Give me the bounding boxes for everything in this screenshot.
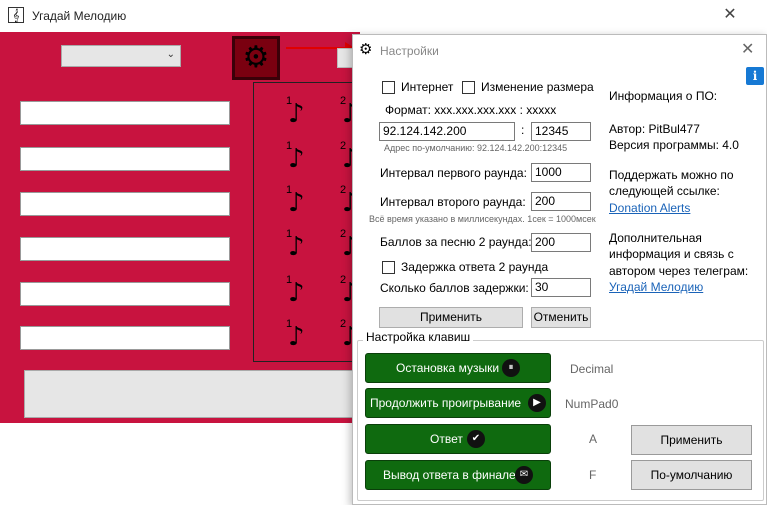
song-note[interactable]: 1 ♪ bbox=[286, 318, 316, 354]
author-text: Автор: PitBul477 bbox=[609, 122, 700, 136]
delay-checkbox[interactable] bbox=[382, 261, 395, 274]
app-logo-icon: 𝄞 bbox=[8, 7, 24, 23]
music-note-icon: ♪ bbox=[288, 188, 305, 218]
close-icon[interactable]: ✕ bbox=[741, 41, 754, 59]
song-note[interactable]: 1 ♪ bbox=[286, 274, 316, 310]
delay-points-input[interactable]: 30 bbox=[531, 278, 591, 297]
extra-info-text: Дополнительная bbox=[609, 231, 702, 245]
default-address-hint: Адрес по-умолчанию: 92.124.142.200:12345 bbox=[384, 143, 568, 153]
music-note-icon: ♪ bbox=[288, 322, 305, 352]
hotkeys-legend: Настройка клавиш bbox=[363, 330, 474, 344]
player-name-field[interactable] bbox=[20, 282, 230, 306]
song-note[interactable]: 1 ♪ bbox=[286, 95, 316, 131]
version-text: Версия программы: 4.0 bbox=[609, 138, 739, 152]
player-name-field[interactable] bbox=[20, 192, 230, 216]
stop-music-hotkey-button[interactable]: Остановка музыки ⏸ bbox=[365, 353, 551, 383]
port-input[interactable]: 12345 bbox=[531, 122, 591, 141]
cancel-button[interactable]: Отменить bbox=[531, 307, 591, 328]
playlist-combobox[interactable]: ⌄ bbox=[61, 45, 181, 67]
music-note-icon: ♪ bbox=[288, 278, 305, 308]
extra-info-text: автором через телеграм: bbox=[609, 264, 749, 278]
extra-info-text: информация и связь с bbox=[609, 247, 734, 261]
gear-icon: ⚙ bbox=[242, 40, 270, 75]
round1-interval-input[interactable]: 1000 bbox=[531, 163, 591, 182]
support-text: Поддержать можно по bbox=[609, 168, 734, 182]
continue-playback-hotkey-button[interactable]: Продолжить проигрывание ▶ bbox=[365, 388, 551, 418]
song-note[interactable]: 1 ♪ bbox=[286, 184, 316, 220]
round1-interval-label: Интервал первого раунда: bbox=[380, 166, 527, 180]
play-icon: ▶ bbox=[528, 394, 546, 412]
info-title: Информация о ПО: bbox=[609, 89, 718, 103]
hotkey-value: F bbox=[589, 468, 597, 482]
dialog-title: Настройки bbox=[380, 44, 439, 58]
song-grid: 1 ♪ 1 ♪ 1 ♪ 1 ♪ 1 ♪ 1 ♪ 2 ♪ 2 ♪ 2 ♪ 2 ♪ … bbox=[253, 82, 360, 362]
window-title: Угадай Мелодию bbox=[32, 9, 127, 23]
song-note[interactable]: 1 ♪ bbox=[286, 228, 316, 264]
time-unit-hint: Всё время указано в миллисекундах. 1сек … bbox=[369, 214, 596, 224]
apply-button[interactable]: Применить bbox=[379, 307, 523, 328]
delay-points-label: Сколько баллов задержки: bbox=[380, 281, 529, 295]
ip-input[interactable]: 92.124.142.200 bbox=[379, 122, 515, 141]
envelope-icon: ✉ bbox=[515, 466, 533, 484]
info-icon[interactable]: i bbox=[746, 67, 764, 85]
hotkey-value: A bbox=[589, 432, 598, 446]
settings-button[interactable]: ⚙ bbox=[232, 36, 280, 80]
round2-interval-input[interactable]: 200 bbox=[531, 192, 591, 211]
chevron-down-icon: ⌄ bbox=[166, 49, 175, 60]
music-note-icon: ♪ bbox=[288, 232, 305, 262]
hotkey-value: NumPad0 bbox=[565, 397, 619, 411]
title-bar: 𝄞 Угадай Мелодию ✕ bbox=[0, 0, 767, 32]
song-note[interactable]: 1 ♪ bbox=[286, 140, 316, 176]
telegram-link[interactable]: Угадай Мелодию bbox=[609, 279, 703, 295]
delay-label: Задержка ответа 2 раунда bbox=[401, 260, 549, 274]
close-icon[interactable]: ✕ bbox=[718, 4, 742, 26]
format-label: Формат: xxx.xxx.xxx.xxx : xxxxx bbox=[385, 103, 557, 117]
default-keys-button[interactable]: По-умолчанию bbox=[631, 460, 752, 490]
checkmark-icon: ✔ bbox=[467, 430, 485, 448]
main-window: 𝄞 Угадай Мелодию ✕ ⌄ ⚙ 1 ♪ 1 ♪ 1 ♪ 1 ♪ 1… bbox=[0, 0, 767, 505]
points-input[interactable]: 200 bbox=[531, 233, 591, 252]
donation-link[interactable]: Donation Alerts bbox=[609, 200, 690, 216]
player-name-field[interactable] bbox=[20, 237, 230, 261]
answer-hotkey-button[interactable]: Ответ ✔ bbox=[365, 424, 551, 454]
music-note-icon: ♪ bbox=[288, 144, 305, 174]
player-name-field[interactable] bbox=[20, 326, 230, 350]
resize-label: Изменение размера bbox=[481, 80, 594, 94]
player-name-field[interactable] bbox=[20, 147, 230, 171]
settings-dialog: ⚙ Настройки ✕ i Интернет Изменение разме… bbox=[352, 34, 767, 505]
colon-separator: : bbox=[521, 123, 525, 137]
hotkey-value: Decimal bbox=[570, 362, 614, 376]
pause-icon: ⏸ bbox=[502, 359, 520, 377]
apply-keys-button[interactable]: Применить bbox=[631, 425, 752, 455]
player-name-field[interactable] bbox=[20, 101, 230, 125]
points-label: Баллов за песню 2 раунда: bbox=[380, 235, 532, 249]
music-note-icon: ♪ bbox=[288, 99, 305, 129]
round2-interval-label: Интервал второго раунда: bbox=[380, 195, 526, 209]
final-answer-hotkey-button[interactable]: Вывод ответа в финале ✉ bbox=[365, 460, 551, 490]
gear-icon: ⚙ bbox=[359, 40, 373, 58]
support-text: следующей ссылке: bbox=[609, 184, 720, 198]
internet-checkbox[interactable] bbox=[382, 81, 395, 94]
internet-label: Интернет bbox=[401, 80, 454, 94]
main-action-button[interactable] bbox=[24, 370, 360, 418]
resize-checkbox[interactable] bbox=[462, 81, 475, 94]
